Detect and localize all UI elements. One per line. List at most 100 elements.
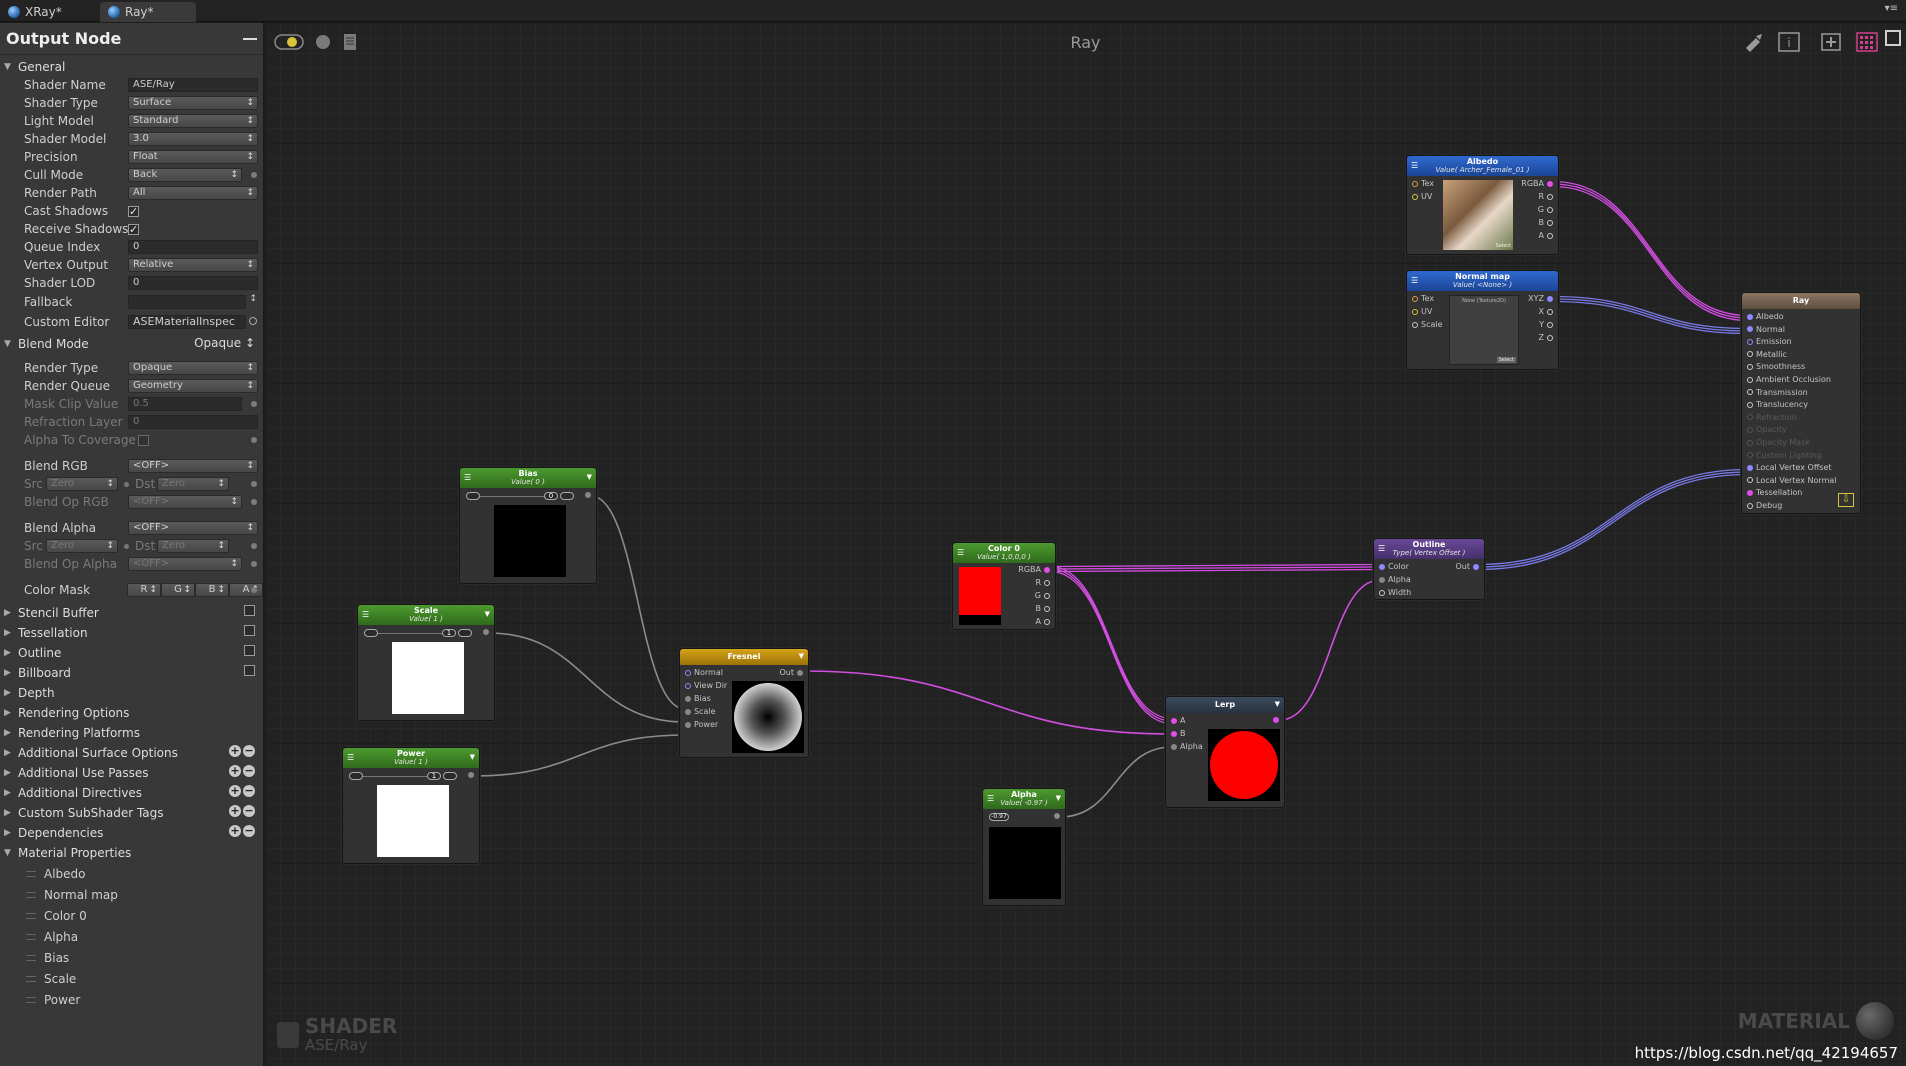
fallback-arrows-icon[interactable]: ↕ bbox=[249, 294, 257, 304]
expand-arrow-icon[interactable]: ▼ bbox=[1275, 700, 1280, 708]
color-mask-r[interactable]: R bbox=[127, 583, 161, 597]
input-port-tessellation[interactable]: Tessellation bbox=[1744, 488, 1802, 498]
node-header[interactable]: ☰ Bias Value( 0 ) ▼ bbox=[460, 468, 596, 488]
material-property-item[interactable]: Alpha bbox=[0, 926, 263, 947]
output-port[interactable] bbox=[585, 492, 591, 498]
node-header[interactable]: Lerp ▼ bbox=[1166, 697, 1284, 713]
section-rendering-options[interactable]: ▶ Rendering Options bbox=[0, 703, 263, 723]
custom-editor-input[interactable]: ASEMaterialInspec bbox=[128, 315, 246, 329]
inline-property-dot[interactable] bbox=[251, 543, 257, 549]
menu-icon[interactable]: ☰ bbox=[1411, 276, 1418, 285]
input-port-viewdir[interactable]: View Dir bbox=[682, 681, 727, 691]
window-menu-icon[interactable]: ▾≡ bbox=[1885, 3, 1898, 14]
expand-arrow-icon[interactable]: ▼ bbox=[1056, 794, 1061, 802]
input-port-a[interactable]: A bbox=[1168, 716, 1185, 726]
alpha-to-coverage-checkbox[interactable] bbox=[138, 434, 149, 446]
color-swatch[interactable] bbox=[959, 567, 1001, 625]
code-view-icon[interactable] bbox=[337, 31, 363, 53]
drag-handle-icon[interactable] bbox=[26, 933, 36, 940]
input-port-normal[interactable]: Normal bbox=[1744, 325, 1785, 335]
inline-property-dot[interactable] bbox=[251, 561, 257, 567]
remove-icon[interactable]: − bbox=[243, 825, 255, 837]
material-property-item[interactable]: Power bbox=[0, 989, 263, 1010]
input-port-uv[interactable]: UV bbox=[1409, 307, 1432, 317]
add-icon[interactable]: + bbox=[229, 805, 241, 817]
texture-slot[interactable]: None (Texture2D) Select bbox=[1449, 295, 1519, 365]
input-port-scale[interactable]: Scale bbox=[1409, 320, 1443, 330]
drag-handle-icon[interactable] bbox=[26, 912, 36, 919]
material-property-item[interactable]: Normal map bbox=[0, 884, 263, 905]
max-field[interactable] bbox=[458, 629, 472, 637]
color-mask-b[interactable]: B bbox=[195, 583, 229, 597]
min-field[interactable] bbox=[349, 772, 363, 780]
input-port-power[interactable]: Power bbox=[682, 720, 718, 730]
output-port-out[interactable]: Out bbox=[779, 668, 806, 678]
object-picker-icon[interactable] bbox=[249, 317, 257, 325]
drag-handle-icon[interactable] bbox=[26, 870, 36, 877]
texture-thumbnail[interactable]: Select bbox=[1443, 180, 1513, 250]
input-port-ambient-occlusion[interactable]: Ambient Occlusion bbox=[1744, 375, 1831, 385]
input-port-local-vertex-normal[interactable]: Local Vertex Normal bbox=[1744, 476, 1836, 486]
node-header[interactable]: ☰ Normal map Value( <None> ) bbox=[1407, 271, 1558, 291]
menu-icon[interactable]: ☰ bbox=[362, 610, 369, 619]
drag-handle-icon[interactable] bbox=[26, 891, 36, 898]
value-slider[interactable]: 0 bbox=[466, 492, 586, 500]
color0-node[interactable]: ☰ Color 0 Value( 1,0,0,0 ) RGBA R G B A bbox=[952, 542, 1056, 630]
output-port-b[interactable]: B bbox=[1539, 218, 1557, 228]
section-billboard[interactable]: ▶ Billboard bbox=[0, 663, 263, 683]
node-graph-canvas[interactable]: Ray i ☰ Bias Value( 0 ) ▼ 0 ☰ Scale Value( 1 … bbox=[265, 23, 1906, 1066]
remove-icon[interactable]: − bbox=[243, 805, 255, 817]
input-port-albedo[interactable]: Albedo bbox=[1744, 312, 1784, 322]
node-header[interactable]: ☰ Alpha Value( -0.97 ) ▼ bbox=[983, 789, 1065, 809]
bias-node[interactable]: ☰ Bias Value( 0 ) ▼ 0 bbox=[459, 467, 597, 584]
value-slider[interactable]: 1 bbox=[364, 629, 484, 637]
dst-alpha-dropdown[interactable]: Zero bbox=[157, 539, 229, 553]
value-input[interactable]: -0.97 bbox=[989, 813, 1009, 821]
focus-node-icon[interactable] bbox=[1818, 31, 1844, 53]
output-port[interactable] bbox=[483, 629, 489, 635]
output-port-rgba[interactable]: RGBA bbox=[1018, 565, 1053, 575]
color-mask-a[interactable]: A bbox=[229, 583, 263, 597]
inline-property-dot[interactable] bbox=[124, 543, 129, 549]
input-port-metallic[interactable]: Metallic bbox=[1744, 350, 1787, 360]
input-port-opacity-mask[interactable]: Opacity Mask bbox=[1744, 438, 1810, 448]
value-field[interactable]: 1 bbox=[427, 772, 441, 780]
output-port[interactable] bbox=[1273, 717, 1279, 723]
shader-lod-input[interactable]: 0 bbox=[128, 276, 258, 290]
remove-icon[interactable]: − bbox=[243, 785, 255, 797]
ray-output-node[interactable]: Ray Albedo Normal Emission Metallic Smoothne… bbox=[1741, 292, 1861, 514]
output-port-r[interactable]: R bbox=[1035, 578, 1053, 588]
node-header[interactable]: Fresnel ▼ bbox=[680, 649, 808, 665]
inline-property-dot[interactable] bbox=[251, 401, 257, 407]
section-general[interactable]: ▼ General bbox=[0, 57, 263, 76]
output-port-g[interactable]: G bbox=[1035, 591, 1053, 601]
precision-dropdown[interactable]: Float bbox=[128, 150, 258, 164]
save-shader-icon[interactable]: ⇩ bbox=[1838, 493, 1854, 507]
input-port-refraction[interactable]: Refraction bbox=[1744, 413, 1797, 423]
material-property-item[interactable]: Bias bbox=[0, 947, 263, 968]
value-slider[interactable]: 1 bbox=[349, 772, 469, 780]
output-port-b[interactable]: B bbox=[1036, 604, 1054, 614]
value-field[interactable]: 0 bbox=[544, 492, 558, 500]
drag-handle-icon[interactable] bbox=[26, 996, 36, 1003]
select-button[interactable]: Select bbox=[1496, 357, 1516, 363]
albedo-node[interactable]: ☰ Albedo Value( Archer_Female_01 ) Tex UV … bbox=[1406, 155, 1559, 255]
enable-checkbox[interactable] bbox=[244, 665, 255, 679]
blend-alpha-dropdown[interactable]: <OFF> bbox=[128, 521, 258, 535]
section-outline[interactable]: ▶ Outline bbox=[0, 643, 263, 663]
input-port-color[interactable]: Color bbox=[1376, 562, 1409, 572]
menu-icon[interactable]: ☰ bbox=[1411, 161, 1418, 170]
input-port-transmission[interactable]: Transmission bbox=[1744, 388, 1808, 398]
input-port-tex[interactable]: Tex bbox=[1409, 179, 1434, 189]
menu-icon[interactable]: ☰ bbox=[347, 753, 354, 762]
input-port-alpha[interactable]: Alpha bbox=[1376, 575, 1411, 585]
output-port[interactable] bbox=[1054, 813, 1060, 819]
render-type-dropdown[interactable]: Opaque bbox=[128, 361, 258, 375]
render-queue-dropdown[interactable]: Geometry bbox=[128, 379, 258, 393]
expand-arrow-icon[interactable]: ▼ bbox=[587, 473, 592, 481]
input-port-tex[interactable]: Tex bbox=[1409, 294, 1434, 304]
cull-mode-dropdown[interactable]: Back bbox=[128, 168, 242, 182]
blend-op-alpha-dropdown[interactable]: <OFF> bbox=[128, 557, 242, 571]
add-remove-buttons[interactable]: + − bbox=[229, 765, 255, 777]
src-rgb-dropdown[interactable]: Zero bbox=[46, 477, 118, 491]
